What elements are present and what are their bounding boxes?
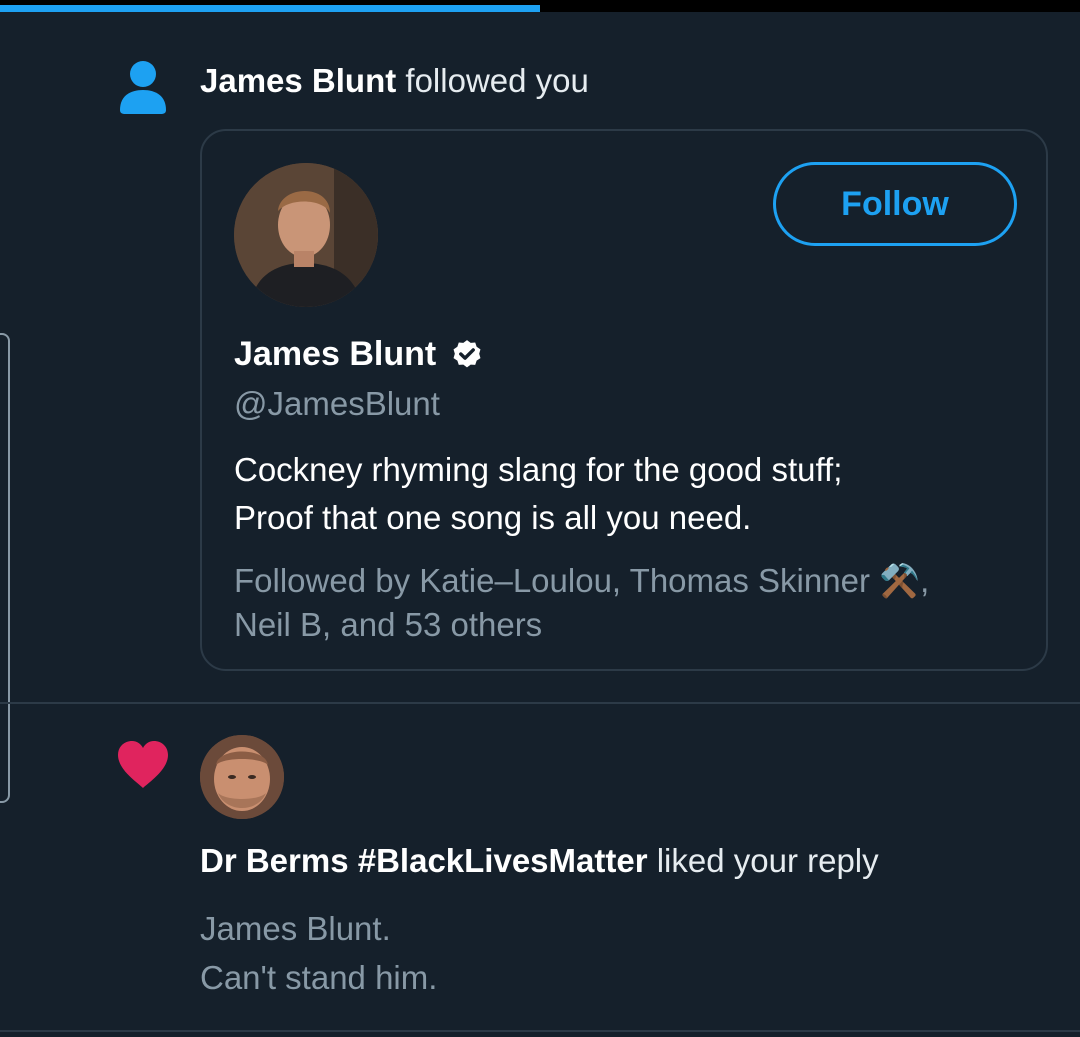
notification-divider	[0, 702, 1080, 704]
user-card-bio: Cockney rhyming slang for the good stuff…	[234, 446, 1014, 542]
person-icon	[120, 61, 166, 114]
like-notification-text: Dr Berms #BlackLivesMatter liked your re…	[200, 842, 879, 880]
user-card-avatar[interactable]	[234, 163, 378, 307]
heart-icon	[118, 741, 168, 788]
notification-divider	[0, 1030, 1080, 1032]
followed-by-text[interactable]: Followed by Katie–Loulou, Thomas Skinner…	[234, 559, 1024, 647]
follower-name[interactable]: James Blunt	[200, 62, 396, 99]
follow-notification[interactable]: James Blunt followed you Follow James Bl…	[0, 12, 1080, 702]
follow-button[interactable]: Follow	[773, 162, 1017, 246]
liked-reply-text[interactable]: James Blunt. Can't stand him.	[200, 904, 437, 1002]
user-card-handle: @JamesBlunt	[234, 385, 440, 422]
loading-progress-bar	[0, 0, 1080, 12]
like-action-text: liked your reply	[647, 842, 879, 879]
user-card-name[interactable]: James Blunt	[234, 335, 436, 374]
reply-line: James Blunt.	[200, 910, 391, 947]
liker-name[interactable]: Dr Berms #BlackLivesMatter	[200, 842, 648, 879]
followed-by-line: Neil B, and 53 others	[234, 606, 543, 643]
user-card-name-row: James Blunt	[234, 335, 484, 374]
user-card[interactable]: Follow James Blunt @JamesBlunt Cockney r…	[200, 129, 1048, 671]
loading-progress-fill	[0, 5, 540, 12]
follow-notification-text: James Blunt followed you	[200, 62, 589, 100]
follow-action-text: followed you	[396, 62, 589, 99]
verified-badge-icon	[453, 339, 481, 367]
followed-by-line: Followed by Katie–Loulou, Thomas Skinner…	[234, 562, 930, 599]
notifications-page: James Blunt followed you Follow James Bl…	[0, 0, 1080, 1037]
liker-avatar[interactable]	[200, 735, 284, 819]
reply-line: Can't stand him.	[200, 959, 438, 996]
avatar-portrait	[234, 163, 378, 307]
bio-line: Cockney rhyming slang for the good stuff…	[234, 451, 843, 488]
avatar-portrait	[200, 735, 284, 819]
bio-line: Proof that one song is all you need.	[234, 499, 752, 536]
